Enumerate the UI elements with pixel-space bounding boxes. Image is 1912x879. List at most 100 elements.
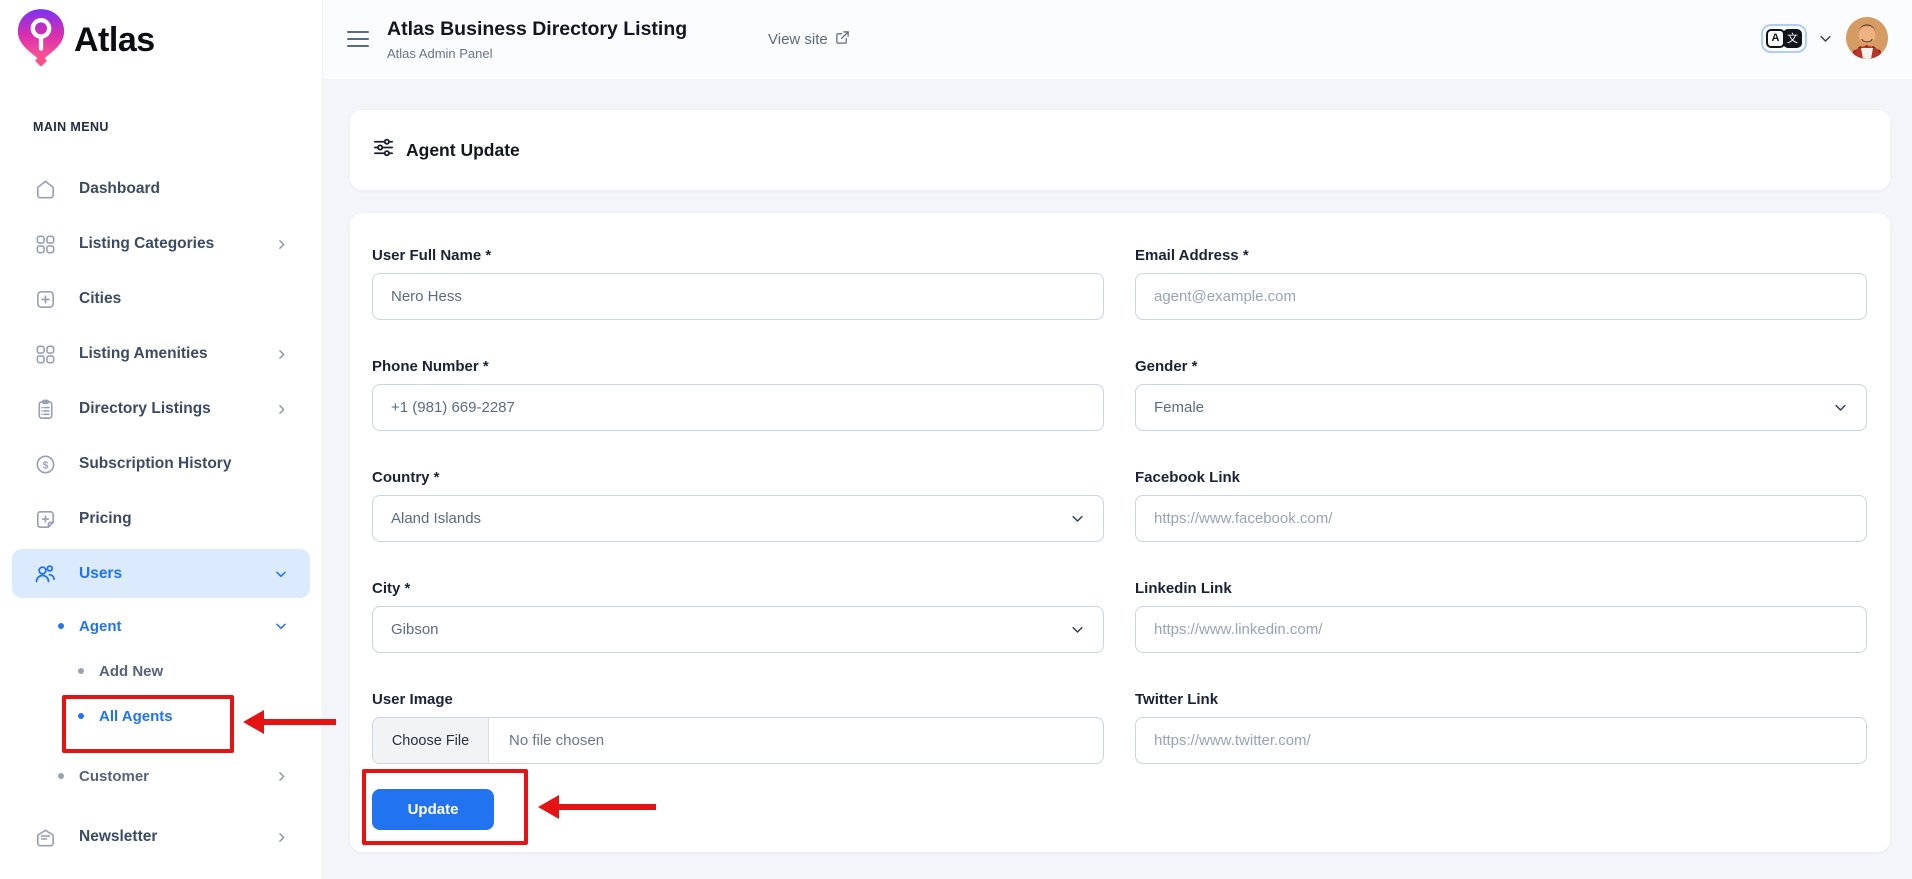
phone-number-input[interactable] <box>372 384 1104 431</box>
sidebar-item-listing-categories[interactable]: Listing Categories <box>12 222 310 266</box>
chevron-down-icon <box>1070 511 1085 526</box>
mail-icon <box>33 825 57 849</box>
user-avatar[interactable] <box>1846 17 1888 59</box>
chevron-down-icon[interactable] <box>1818 31 1833 46</box>
logo-pin-icon <box>16 8 66 73</box>
chevron-down-icon <box>1833 400 1848 415</box>
sidebar-item-cities[interactable]: Cities <box>12 277 310 321</box>
user-image-file-input[interactable]: Choose File No file chosen <box>372 717 1104 764</box>
agent-update-form-card: User Full Name * Phone Number * Country … <box>350 213 1890 852</box>
sidebar-item-label: Listing Categories <box>79 235 214 253</box>
twitter-link-label: Twitter Link <box>1135 689 1867 710</box>
chevron-right-icon <box>275 770 288 783</box>
dollar-circle-icon: $ <box>33 452 57 476</box>
sidebar-item-all-agents[interactable]: All Agents <box>12 694 310 738</box>
user-image-label: User Image <box>372 689 1104 710</box>
chevron-right-icon <box>275 238 288 251</box>
plus-square-icon <box>33 287 57 311</box>
choose-file-button[interactable]: Choose File <box>373 718 489 763</box>
sidebar-item-label: Listing Amenities <box>79 345 208 363</box>
brand-name: Atlas <box>74 21 155 60</box>
bullet-icon <box>78 713 84 719</box>
panel-title: Agent Update <box>406 140 520 161</box>
sidebar-item-label: Add New <box>99 663 163 680</box>
city-select[interactable]: Gibson <box>372 606 1104 653</box>
bullet-icon <box>78 668 84 674</box>
translate-icon: 文 <box>1783 29 1802 48</box>
linkedin-link-label: Linkedin Link <box>1135 578 1867 599</box>
sidebar-item-label: Agent <box>79 618 122 635</box>
sidebar-item-label: Directory Listings <box>79 400 211 418</box>
clipboard-list-icon <box>33 397 57 421</box>
email-address-input[interactable] <box>1135 273 1867 320</box>
page-subtitle: Atlas Admin Panel <box>387 46 687 61</box>
sidebar-item-label: Subscription History <box>79 455 231 473</box>
phone-number-label: Phone Number * <box>372 356 1104 377</box>
chevron-right-icon <box>275 348 288 361</box>
file-status-text: No file chosen <box>489 732 604 749</box>
grid-icon <box>33 232 57 256</box>
city-select-value: Gibson <box>391 621 439 638</box>
email-address-label: Email Address * <box>1135 245 1867 266</box>
file-plus-icon <box>33 507 57 531</box>
sidebar-item-label: All Agents <box>99 708 173 725</box>
chevron-right-icon <box>275 831 288 844</box>
country-select[interactable]: Aland Islands <box>372 495 1104 542</box>
page-title: Atlas Business Directory Listing <box>387 18 687 41</box>
sidebar-item-newsletter[interactable]: Newsletter <box>12 815 310 859</box>
sidebar-item-label: Pricing <box>79 510 132 528</box>
translate-icon: A <box>1766 29 1785 48</box>
panel-header-card: Agent Update <box>350 110 1890 190</box>
form-left-column: User Full Name * Phone Number * Country … <box>372 245 1104 830</box>
sidebar-item-users[interactable]: Users <box>12 549 310 598</box>
sidebar-item-label: Customer <box>79 768 149 785</box>
chevron-down-icon <box>274 567 288 581</box>
facebook-link-label: Facebook Link <box>1135 467 1867 488</box>
home-icon <box>33 177 57 201</box>
gender-select-value: Female <box>1154 399 1204 416</box>
title-block: Atlas Business Directory Listing Atlas A… <box>387 18 687 61</box>
hamburger-menu-icon[interactable] <box>347 31 369 52</box>
sidebar-item-dashboard[interactable]: Dashboard <box>12 167 310 211</box>
gender-label: Gender * <box>1135 356 1867 377</box>
external-link-icon <box>835 30 850 49</box>
user-full-name-input[interactable] <box>372 273 1104 320</box>
sidebar-item-agent[interactable]: Agent <box>12 604 310 648</box>
gender-select[interactable]: Female <box>1135 384 1867 431</box>
sidebar-section-label: MAIN MENU <box>33 120 109 134</box>
bullet-icon <box>58 623 64 629</box>
sidebar-item-label: Cities <box>79 290 121 308</box>
sidebar-item-pricing[interactable]: Pricing <box>12 497 310 541</box>
form-right-column: Email Address * Gender * Female Facebook… <box>1135 245 1867 830</box>
view-site-link[interactable]: View site <box>768 30 850 49</box>
top-header: Atlas Business Directory Listing Atlas A… <box>323 0 1912 79</box>
user-full-name-label: User Full Name * <box>372 245 1104 266</box>
facebook-link-input[interactable] <box>1135 495 1867 542</box>
twitter-link-input[interactable] <box>1135 717 1867 764</box>
grid-icon <box>33 342 57 366</box>
sidebar-item-add-new[interactable]: Add New <box>12 649 310 693</box>
sidebar: Atlas MAIN MENU Dashboard Listing Catego… <box>0 0 323 879</box>
chevron-right-icon <box>275 403 288 416</box>
country-select-value: Aland Islands <box>391 510 481 527</box>
svg-text:$: $ <box>42 459 48 471</box>
sidebar-item-directory-listings[interactable]: Directory Listings <box>12 387 310 431</box>
bullet-icon <box>58 773 64 779</box>
brand-logo[interactable]: Atlas <box>16 8 155 73</box>
sidebar-item-subscription-history[interactable]: $ Subscription History <box>12 442 310 486</box>
update-button[interactable]: Update <box>372 789 494 830</box>
sidebar-item-label: Users <box>79 565 122 583</box>
linkedin-link-input[interactable] <box>1135 606 1867 653</box>
users-icon <box>33 562 57 586</box>
chevron-down-icon <box>274 619 288 633</box>
sidebar-item-listing-amenities[interactable]: Listing Amenities <box>12 332 310 376</box>
view-site-label: View site <box>768 31 828 48</box>
city-label: City * <box>372 578 1104 599</box>
sidebar-item-label: Dashboard <box>79 180 160 198</box>
language-switcher[interactable]: A 文 <box>1763 26 1805 51</box>
sliders-icon <box>372 136 395 164</box>
sidebar-item-label: Newsletter <box>79 828 157 846</box>
chevron-down-icon <box>1070 622 1085 637</box>
country-label: Country * <box>372 467 1104 488</box>
sidebar-item-customer[interactable]: Customer <box>12 754 310 798</box>
